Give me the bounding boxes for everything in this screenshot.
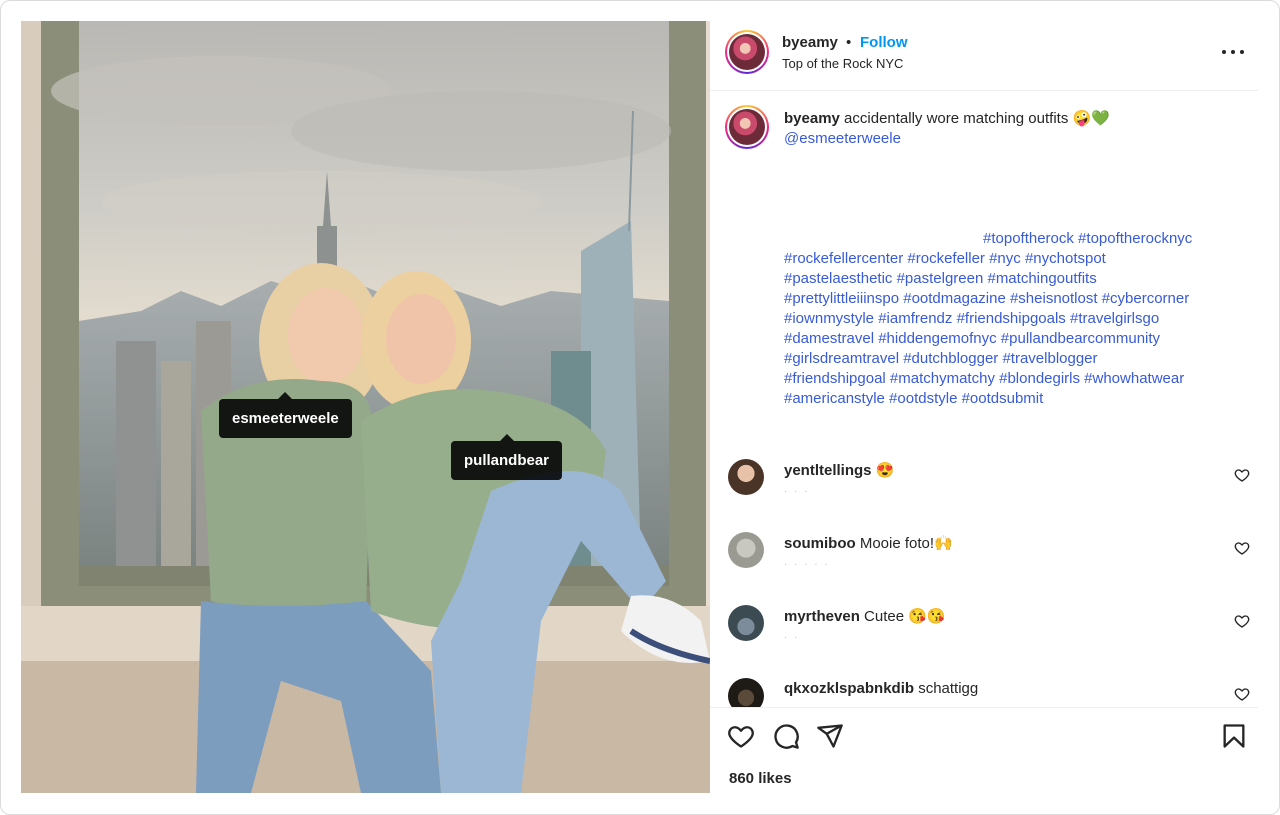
comment-body: schattigg <box>918 680 979 697</box>
comment-username[interactable]: yentltellings <box>784 462 872 479</box>
comment-text: yentltellings 😍 <box>784 461 894 479</box>
photo-illustration <box>21 21 710 793</box>
caption-text: accidentally wore matching outfits 🤪💚 <box>844 110 1110 127</box>
comment-meta: . . . . . <box>784 556 830 568</box>
post-actions: 860 likes <box>710 707 1258 793</box>
caption-hashtags: #topoftherock #topoftherocknyc #rockefel… <box>784 229 1249 409</box>
comment-body: 😍 <box>875 462 895 479</box>
hashtag-line[interactable]: #rockefellercenter #rockefeller #nyc #ny… <box>784 249 1249 269</box>
hashtag-line[interactable]: #damestravel #hiddengemofnyc #pullandbea… <box>784 329 1249 349</box>
comment-item: myrtheven Cutee 😘😘 . . <box>710 605 1258 655</box>
heart-icon[interactable] <box>727 722 755 750</box>
share-icon[interactable] <box>816 722 844 750</box>
post-panel: byeamy • Follow Top of the Rock NYC byea… <box>710 21 1258 793</box>
comment-meta: . . <box>784 629 800 641</box>
comment-body: Cutee 😘😘 <box>864 608 946 625</box>
post-header: byeamy • Follow Top of the Rock NYC <box>710 21 1258 91</box>
separator-dot: • <box>846 34 852 51</box>
follow-button[interactable]: Follow <box>860 34 908 51</box>
hashtag-line[interactable]: #iownmystyle #iamfrendz #friendshipgoals… <box>784 309 1249 329</box>
commenter-avatar[interactable] <box>728 532 764 568</box>
author-avatar[interactable] <box>725 30 769 74</box>
comment-item: soumiboo Mooie foto!🙌 . . . . . <box>710 532 1258 582</box>
comment-heart-icon[interactable] <box>1234 686 1250 702</box>
hashtag-line[interactable]: #girlsdreamtravel #dutchblogger #travelb… <box>784 349 1249 369</box>
comment-item: yentltellings 😍 . . . <box>710 459 1258 509</box>
comment-icon[interactable] <box>772 722 800 750</box>
commenter-avatar[interactable] <box>728 459 764 495</box>
hashtag-line[interactable]: #americanstyle #ootdstyle #ootdsubmit <box>784 389 1249 409</box>
comment-username[interactable]: soumiboo <box>784 535 856 552</box>
more-horizontal-icon[interactable] <box>1220 41 1246 61</box>
post-location[interactable]: Top of the Rock NYC <box>782 56 903 71</box>
post-photo[interactable]: esmeeterweele pullandbear <box>21 21 710 793</box>
likes-count[interactable]: 860 likes <box>729 770 792 787</box>
hashtag-line[interactable]: #pastelaesthetic #pastelgreen #matchingo… <box>784 269 1249 289</box>
author-username[interactable]: byeamy <box>782 34 838 51</box>
comment-username[interactable]: qkxozklspabnkdib <box>784 680 914 697</box>
commenter-avatar[interactable] <box>728 678 764 707</box>
caption-username[interactable]: byeamy <box>784 110 840 127</box>
comment-text: soumiboo Mooie foto!🙌 <box>784 534 953 552</box>
caption-mention[interactable]: @esmeeterweele <box>784 130 901 147</box>
commenter-avatar[interactable] <box>728 605 764 641</box>
caption: byeamy accidentally wore matching outfit… <box>784 109 1244 149</box>
hashtag-line[interactable]: #topoftherock #topoftherocknyc <box>784 229 1249 249</box>
comment-username[interactable]: myrtheven <box>784 608 860 625</box>
comment-heart-icon[interactable] <box>1234 467 1250 483</box>
hashtag-line[interactable]: #friendshipgoal #matchymatchy #blondegir… <box>784 369 1249 389</box>
comment-heart-icon[interactable] <box>1234 613 1250 629</box>
comment-text: myrtheven Cutee 😘😘 <box>784 607 946 625</box>
comment-heart-icon[interactable] <box>1234 540 1250 556</box>
comment-body: Mooie foto!🙌 <box>859 535 953 552</box>
caption-author-avatar[interactable] <box>725 105 769 149</box>
caption-and-comments[interactable]: byeamy accidentally wore matching outfit… <box>710 92 1258 707</box>
hashtag-line[interactable]: #prettylittleiiinspo #ootdmagazine #shei… <box>784 289 1249 309</box>
photo-tag-esmeeterweele[interactable]: esmeeterweele <box>219 392 352 438</box>
bookmark-icon[interactable] <box>1220 722 1248 750</box>
comment-meta: . . . <box>784 483 810 495</box>
photo-tag-pullandbear[interactable]: pullandbear <box>451 434 563 480</box>
comment-text: qkxozklspabnkdib schattigg <box>784 680 978 697</box>
comment-item: qkxozklspabnkdib schattigg <box>710 678 1258 707</box>
